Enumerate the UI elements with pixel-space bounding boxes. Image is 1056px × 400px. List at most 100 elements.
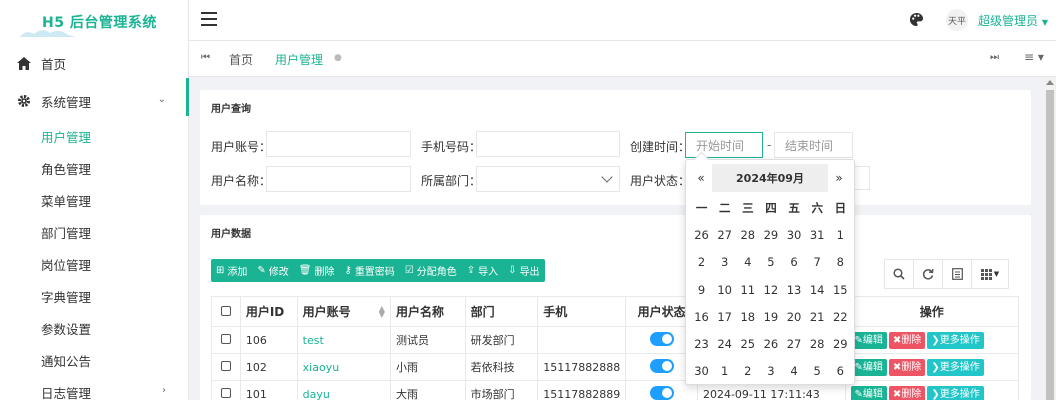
day-cell[interactable]: 6	[829, 364, 852, 378]
cell-account[interactable]: xiaoyu	[296, 353, 391, 381]
day-cell[interactable]: 29	[759, 228, 782, 242]
scrollbar-thumb[interactable]	[1046, 90, 1054, 400]
palette-icon[interactable]	[909, 12, 924, 27]
day-cell[interactable]: 8	[829, 255, 852, 269]
sidebar-item-home[interactable]: 首页	[0, 44, 188, 82]
row-more-button[interactable]: ❯更多操作	[927, 385, 984, 400]
account-input[interactable]	[266, 131, 411, 157]
col-dept[interactable]: 部门	[464, 296, 539, 327]
day-cell[interactable]: 29	[829, 337, 852, 351]
row-more-button[interactable]: ❯更多操作	[927, 331, 984, 349]
day-cell[interactable]: 30	[690, 364, 713, 378]
menu-toggle-icon[interactable]	[201, 12, 217, 26]
sidebar-item-depts[interactable]: 部门管理	[0, 216, 188, 248]
edit-button[interactable]: ✎ 修改	[252, 259, 293, 282]
name-input[interactable]	[266, 166, 411, 192]
row-more-button[interactable]: ❯更多操作	[927, 358, 984, 376]
day-cell[interactable]: 21	[806, 310, 829, 324]
dept-select[interactable]	[476, 166, 620, 192]
sidebar-item-log[interactable]: 日志管理 ›	[0, 376, 188, 400]
day-cell[interactable]: 14	[806, 283, 829, 297]
select-all-checkbox[interactable]	[220, 305, 231, 316]
tabs-options-icon[interactable]: ≡ ▾	[1024, 50, 1044, 64]
day-cell[interactable]: 15	[829, 283, 852, 297]
search-toggle-button[interactable]	[884, 259, 914, 289]
col-user-name[interactable]: 用户名称	[389, 296, 466, 327]
day-cell[interactable]: 27	[783, 337, 806, 351]
day-cell[interactable]: 17	[713, 310, 736, 324]
day-cell[interactable]: 6	[783, 255, 806, 269]
day-cell[interactable]: 1	[713, 364, 736, 378]
day-cell[interactable]: 23	[690, 337, 713, 351]
refresh-button[interactable]	[913, 259, 943, 289]
row-checkbox[interactable]	[220, 333, 231, 344]
day-cell[interactable]: 12	[759, 283, 782, 297]
status-toggle[interactable]	[649, 385, 674, 400]
import-button[interactable]: ⇪ 导入	[462, 259, 503, 282]
row-delete-button[interactable]: ✖删除	[888, 358, 926, 376]
day-cell[interactable]: 27	[713, 228, 736, 242]
delete-button[interactable]: 🗑 删除	[294, 259, 340, 282]
day-cell[interactable]: 24	[713, 337, 736, 351]
table-row[interactable]: 102 xiaoyu 小雨 若依科技 15117882888 ✎编辑 ✖删除 ❯更多…	[211, 353, 1020, 381]
month-switch[interactable]: 2024年09月	[712, 164, 828, 192]
columns-button[interactable]: ▼	[971, 259, 1009, 289]
sidebar-item-notice[interactable]: 通知公告	[0, 344, 188, 376]
day-cell[interactable]: 2	[736, 364, 759, 378]
sidebar-item-users[interactable]: 用户管理	[0, 120, 188, 152]
row-delete-button[interactable]: ✖删除	[888, 385, 926, 400]
status-toggle[interactable]	[649, 358, 674, 373]
tab-close-icon[interactable]: ●	[334, 53, 342, 63]
sidebar-item-system[interactable]: 系统管理 ⌄	[0, 82, 188, 120]
day-cell[interactable]: 4	[736, 255, 759, 269]
row-checkbox[interactable]	[220, 360, 231, 371]
day-cell[interactable]: 19	[759, 310, 782, 324]
day-cell[interactable]: 2	[690, 255, 713, 269]
day-cell[interactable]: 28	[806, 337, 829, 351]
day-cell[interactable]: 18	[736, 310, 759, 324]
sidebar-item-roles[interactable]: 角色管理	[0, 152, 188, 184]
day-cell[interactable]: 30	[783, 228, 806, 242]
col-user-account[interactable]: 用户账号 ▲ ▼	[296, 296, 391, 327]
toggle-view-button[interactable]	[942, 259, 972, 289]
row-edit-button[interactable]: ✎编辑	[850, 385, 887, 400]
end-time-input[interactable]: 结束时间	[774, 132, 853, 158]
user-menu[interactable]: 超级管理员 ▼	[978, 12, 1048, 29]
day-cell[interactable]: 22	[829, 310, 852, 324]
status-toggle[interactable]	[649, 331, 674, 346]
day-cell[interactable]: 11	[736, 283, 759, 297]
prev-month-button[interactable]: «	[690, 171, 712, 185]
sidebar-item-posts[interactable]: 岗位管理	[0, 248, 188, 280]
day-cell[interactable]: 5	[806, 364, 829, 378]
day-cell[interactable]: 3	[759, 364, 782, 378]
day-cell[interactable]: 9	[690, 283, 713, 297]
day-cell[interactable]: 1	[829, 228, 852, 242]
tab-home[interactable]: 首页	[229, 51, 253, 68]
reset-password-button[interactable]: ⚷ 重置密码	[339, 259, 399, 282]
day-cell[interactable]: 13	[783, 283, 806, 297]
day-cell[interactable]: 3	[713, 255, 736, 269]
col-phone[interactable]: 手机	[537, 296, 627, 327]
table-row[interactable]: 101 dayu 大雨 市场部门 15117882889 2024-09-11 …	[211, 380, 1020, 400]
scroll-up-icon[interactable]	[1046, 80, 1054, 85]
day-cell[interactable]: 10	[713, 283, 736, 297]
day-cell[interactable]: 28	[736, 228, 759, 242]
next-month-button[interactable]: »	[828, 171, 850, 185]
cell-account[interactable]: dayu	[296, 380, 391, 400]
day-cell[interactable]: 26	[759, 337, 782, 351]
day-cell[interactable]: 5	[759, 255, 782, 269]
tab-user-management[interactable]: 用户管理	[275, 51, 323, 68]
page-scrollbar[interactable]	[1044, 78, 1056, 400]
day-cell[interactable]: 31	[806, 228, 829, 242]
sidebar-item-menus[interactable]: 菜单管理	[0, 184, 188, 216]
col-user-id[interactable]: 用户ID	[239, 296, 298, 327]
day-cell[interactable]: 16	[690, 310, 713, 324]
row-delete-button[interactable]: ✖删除	[888, 331, 926, 349]
day-cell[interactable]: 4	[783, 364, 806, 378]
phone-input[interactable]	[476, 131, 620, 157]
tabs-scroll-left-icon[interactable]: ⏮	[201, 52, 210, 63]
row-edit-button[interactable]: ✎编辑	[850, 358, 887, 376]
sidebar-item-dict[interactable]: 字典管理	[0, 280, 188, 312]
assign-role-button[interactable]: ☑ 分配角色	[400, 259, 462, 282]
tabs-scroll-right-icon[interactable]: ⏭	[990, 52, 999, 63]
